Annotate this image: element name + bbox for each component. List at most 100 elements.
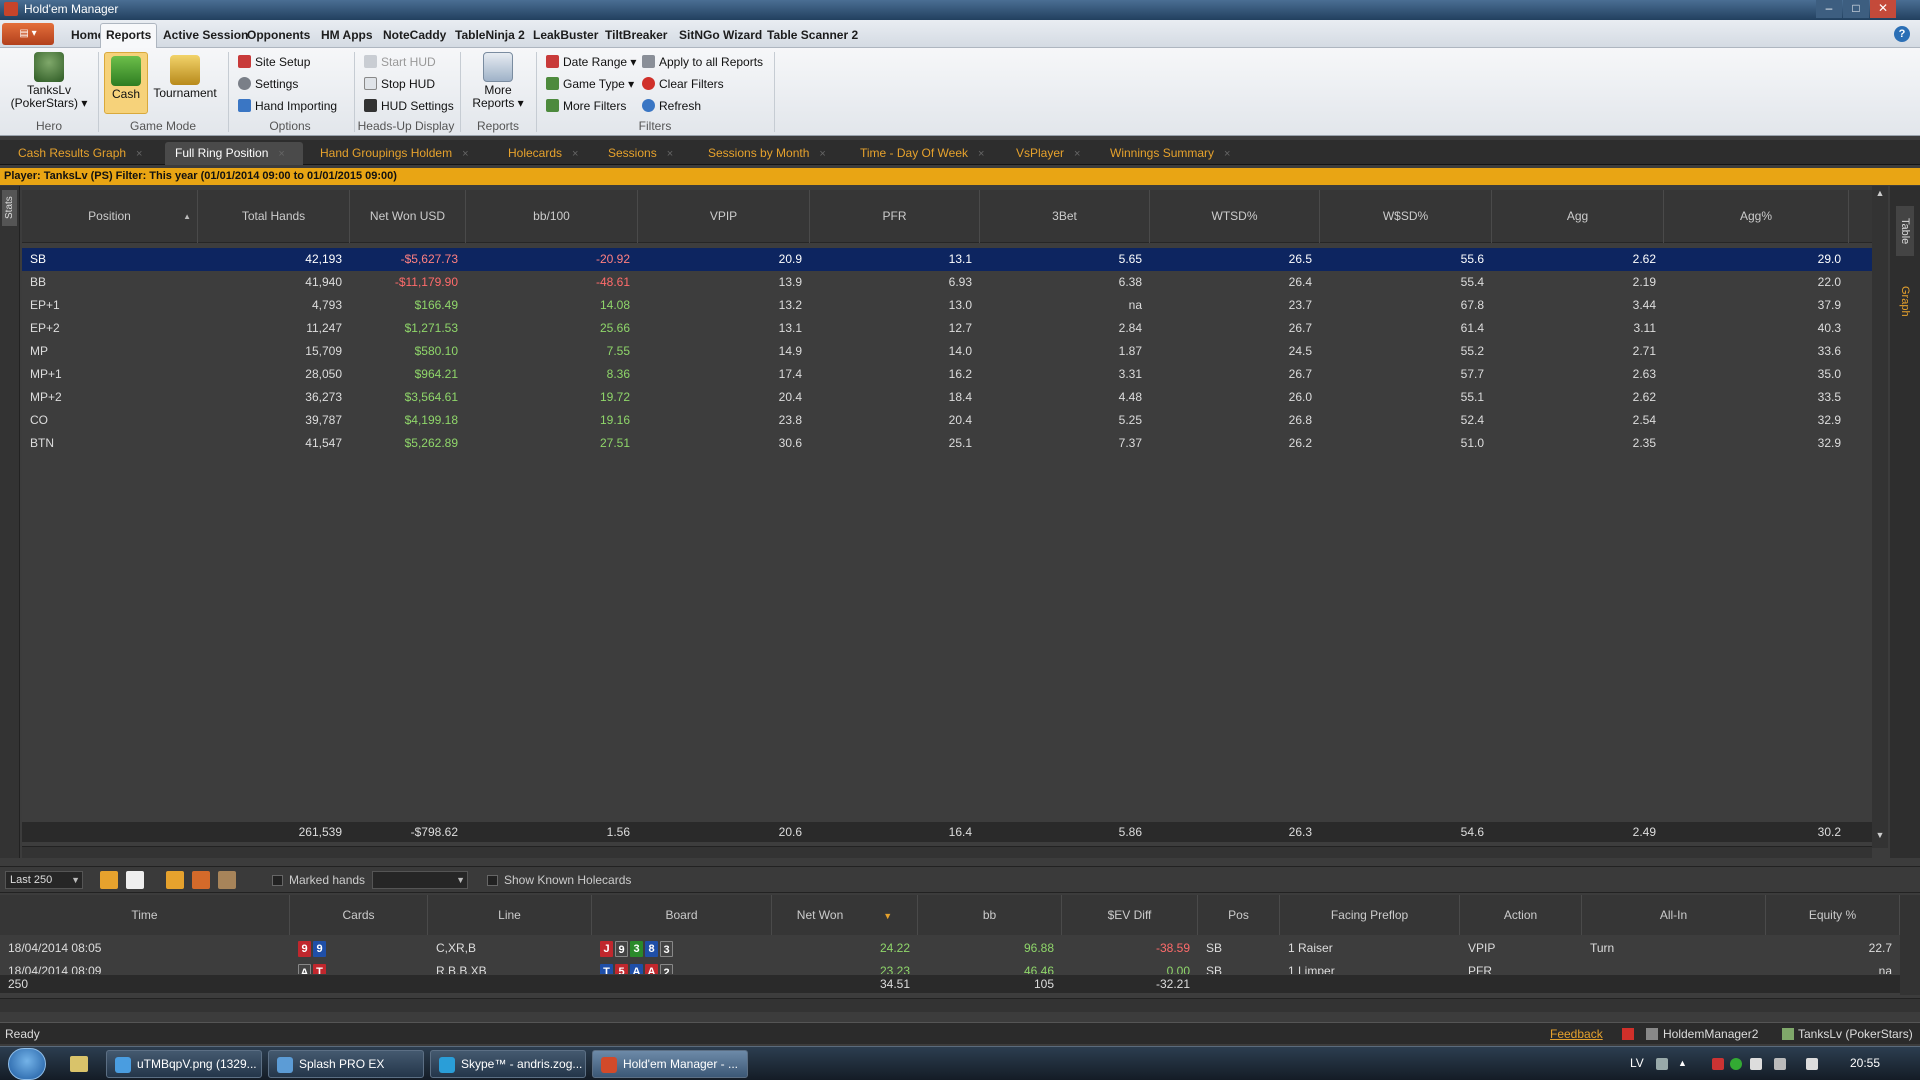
close-tab-icon[interactable]: × (572, 148, 578, 160)
hands-column-header-pos[interactable]: Pos (1198, 895, 1280, 935)
column-header-total-hands[interactable]: Total Hands (198, 190, 350, 243)
menu-tab-table-scanner-2[interactable]: Table Scanner 2 (762, 24, 863, 48)
keyboard-icon[interactable] (1656, 1058, 1668, 1070)
hands-column-header-equity[interactable]: Equity % (1766, 895, 1900, 935)
scroll-down-icon[interactable]: ▼ (1872, 828, 1888, 842)
show-hidden-icons-icon[interactable]: ▲ (1678, 1058, 1690, 1070)
table-row[interactable]: MP+2 36,273 $3,564.61 19.72 20.4 18.4 4.48 26.0… (22, 386, 1872, 409)
date-range-button[interactable]: Date Range ▾ (546, 53, 636, 71)
hud-settings-button[interactable]: HUD Settings (364, 97, 454, 115)
feedback-link[interactable]: Feedback (1550, 1023, 1603, 1045)
hand-row[interactable]: 18/04/2014 08:09 A T R,B,B,XB T 5 A A 2 23.23 46.4… (0, 960, 1900, 974)
network-icon[interactable] (1774, 1058, 1786, 1070)
cash-mode-button[interactable]: Cash (104, 52, 148, 114)
report-tab-sessions-by-month[interactable]: Sessions by Month × (698, 142, 842, 165)
hero-button[interactable]: TanksLv (PokerStars) ▾ (6, 52, 92, 110)
column-header-vpip[interactable]: VPIP (638, 190, 810, 243)
close-tab-icon[interactable]: × (819, 148, 825, 160)
table-row[interactable]: MP+1 28,050 $964.21 8.36 17.4 16.2 3.31 26.7 57.… (22, 363, 1872, 386)
column-header-w-sd[interactable]: W$SD% (1320, 190, 1492, 243)
report-tab-full-ring-position[interactable]: Full Ring Position × (165, 142, 303, 165)
hands-column-header-line[interactable]: Line (428, 895, 592, 935)
menu-tab-active-session[interactable]: Active Session (158, 24, 253, 48)
taskbar-button-1[interactable]: uTMBqpV.png (1329... (106, 1050, 262, 1078)
column-header-net-won-usd[interactable]: Net Won USD (350, 190, 466, 243)
table-row[interactable]: SB 42,193 -$5,627.73 -20.92 20.9 13.1 5.65 26.5… (22, 248, 1872, 271)
show-known-holecards-checkbox[interactable] (487, 875, 498, 886)
taskbar-button-3[interactable]: Skype™ - andris.zog... (430, 1050, 586, 1078)
close-tab-icon[interactable]: × (462, 148, 468, 160)
report-tab-sessions[interactable]: Sessions × (598, 142, 690, 165)
marked-hands-select[interactable]: ▼ (372, 871, 468, 889)
table-row[interactable]: CO 39,787 $4,199.18 19.16 23.8 20.4 5.25 26.8 52… (22, 409, 1872, 432)
close-tab-icon[interactable]: × (278, 148, 284, 160)
hands-horizontal-scrollbar[interactable] (0, 998, 1920, 1012)
minimize-button[interactable]: – (1816, 0, 1842, 18)
folder-icon[interactable] (70, 1056, 88, 1072)
flag-icon[interactable] (1622, 1028, 1634, 1040)
close-tab-icon[interactable]: × (1224, 148, 1230, 160)
clock[interactable]: 20:55 (1850, 1056, 1880, 1070)
hands-column-header-time[interactable]: Time (0, 895, 290, 935)
menu-tab-sitngo-wizard[interactable]: SitNGo Wizard (674, 24, 767, 48)
table-row[interactable]: BB 41,940 -$11,179.90 -48.61 13.9 6.93 6.38 26.… (22, 271, 1872, 294)
close-button[interactable]: ✕ (1870, 0, 1896, 18)
column-header-bb-100[interactable]: bb/100 (466, 190, 638, 243)
hands-column-header-action[interactable]: Action (1460, 895, 1582, 935)
table-row[interactable]: EP+2 11,247 $1,271.53 25.66 13.1 12.7 2.84 26.7… (22, 317, 1872, 340)
grid-horizontal-scrollbar[interactable] (22, 846, 1872, 858)
hand-row[interactable]: 18/04/2014 08:05 9 9 C,XR,B J 9 3 8 3 24.22 96.88-… (0, 937, 1900, 960)
more-filters-button[interactable]: More Filters (546, 97, 626, 115)
chart-icon[interactable] (192, 871, 210, 889)
hands-column-header-cards[interactable]: Cards (290, 895, 428, 935)
replayer-icon[interactable] (126, 871, 144, 889)
app-icon[interactable] (4, 2, 18, 16)
table-row[interactable]: MP 15,709 $580.10 7.55 14.9 14.0 1.87 24.5 55.2 2… (22, 340, 1872, 363)
hand-grid-icon[interactable] (166, 871, 184, 889)
menu-tab-tiltbreaker[interactable]: TiltBreaker (600, 24, 672, 48)
more-reports-button[interactable]: More Reports ▾ (466, 52, 530, 110)
tournament-mode-button[interactable]: Tournament (150, 55, 220, 100)
rewind-icon[interactable] (100, 871, 118, 889)
clear-filters-button[interactable]: Clear Filters (642, 75, 724, 93)
refresh-button[interactable]: Refresh (642, 97, 701, 115)
table-side-tab[interactable]: Table (1896, 206, 1914, 256)
menu-tab-reports[interactable]: Reports (100, 23, 158, 48)
hands-column-header-facing-preflop[interactable]: Facing Preflop (1280, 895, 1460, 935)
close-tab-icon[interactable]: × (978, 148, 984, 160)
menu-tab-notecaddy[interactable]: NoteCaddy (378, 24, 451, 48)
action-center-icon[interactable] (1750, 1058, 1762, 1070)
stop-hud-button[interactable]: Stop HUD (364, 75, 435, 93)
start-button[interactable] (8, 1048, 46, 1080)
taskbar-button-2[interactable]: Splash PRO EX (268, 1050, 424, 1078)
hands-vertical-scrollbar[interactable] (1900, 895, 1920, 995)
hands-column-header-all-in[interactable]: All-In (1582, 895, 1766, 935)
site-setup-button[interactable]: Site Setup (238, 53, 310, 71)
marked-hands-checkbox[interactable] (272, 875, 283, 886)
report-tab-cash-results-graph[interactable]: Cash Results Graph × (8, 142, 156, 165)
report-tab-holecards[interactable]: Holecards × (498, 142, 590, 165)
report-tab-time-day-of-week[interactable]: Time - Day Of Week × (850, 142, 998, 165)
maximize-button[interactable]: □ (1843, 0, 1869, 18)
column-header-3bet[interactable]: 3Bet (980, 190, 1150, 243)
graph-side-tab[interactable]: Graph (1896, 276, 1914, 326)
volume-icon[interactable] (1806, 1058, 1818, 1070)
apply-all-reports-button[interactable]: Apply to all Reports (642, 53, 763, 71)
close-tab-icon[interactable]: × (1074, 148, 1080, 160)
application-menu-button[interactable]: ▤ ▾ (2, 23, 54, 45)
close-tab-icon[interactable]: × (667, 148, 673, 160)
menu-tab-tableninja-2[interactable]: TableNinja 2 (450, 24, 530, 48)
help-icon[interactable]: ? (1894, 26, 1910, 42)
stats-side-tab[interactable]: Stats (2, 190, 17, 226)
menu-tab-hm-apps[interactable]: HM Apps (316, 24, 378, 48)
scroll-up-icon[interactable]: ▲ (1872, 186, 1888, 200)
last-hands-select[interactable]: Last 250 ▼ (5, 871, 83, 889)
close-tab-icon[interactable]: × (136, 148, 142, 160)
language-indicator[interactable]: LV (1630, 1056, 1644, 1070)
hands-column-header-board[interactable]: Board (592, 895, 772, 935)
hands-column-header-bb[interactable]: bb (918, 895, 1062, 935)
column-header-agg[interactable]: Agg (1492, 190, 1664, 243)
table-row[interactable]: BTN 41,547 $5,262.89 27.51 30.6 25.1 7.37 26.2 5… (22, 432, 1872, 455)
start-hud-button[interactable]: Start HUD (364, 53, 436, 71)
hands-column-header-net-won[interactable]: Net Won ▼ (772, 895, 918, 935)
